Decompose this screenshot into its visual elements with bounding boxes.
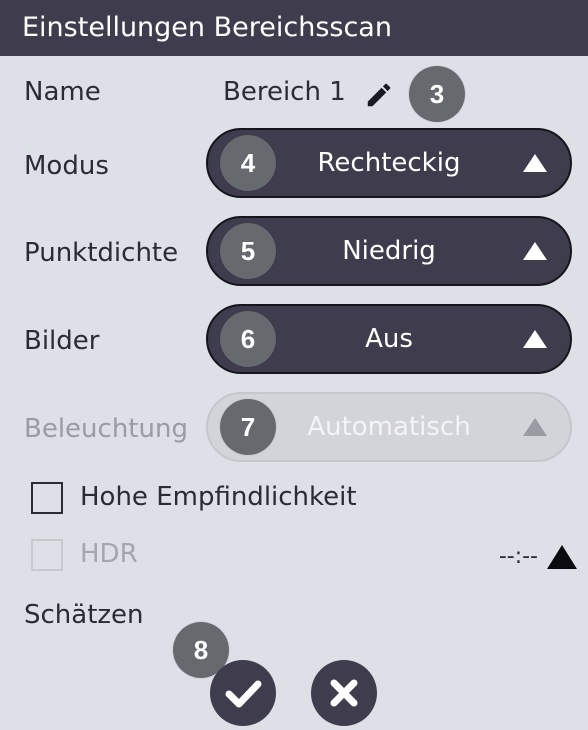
- area-scan-settings-dialog: Einstellungen Bereichsscan Name Bereich …: [0, 0, 588, 730]
- triangle-up-icon: [523, 242, 547, 260]
- images-value: Aus: [365, 324, 413, 354]
- estimate-label: Schätzen: [24, 600, 144, 630]
- point-density-value: Niedrig: [342, 236, 436, 266]
- dialog-title: Einstellungen Bereichsscan: [0, 0, 588, 56]
- point-density-dropdown[interactable]: 5 Niedrig: [206, 216, 572, 286]
- pencil-icon[interactable]: [364, 80, 394, 110]
- hdr-label: HDR: [80, 539, 138, 569]
- dialog-footer: 8: [0, 622, 588, 730]
- hdr-checkbox: [31, 539, 63, 571]
- mode-label: Modus: [24, 151, 109, 181]
- close-icon: [330, 679, 358, 707]
- images-dropdown[interactable]: 6 Aus: [206, 304, 572, 374]
- mode-dropdown[interactable]: 4 Rechteckig: [206, 128, 572, 198]
- high-sensitivity-checkbox[interactable]: [31, 482, 63, 514]
- lighting-label: Beleuchtung: [24, 414, 188, 444]
- triangle-up-icon: [523, 330, 547, 348]
- name-label: Name: [24, 77, 101, 107]
- triangle-up-icon: [523, 154, 547, 172]
- mode-value: Rechteckig: [317, 148, 461, 178]
- name-value[interactable]: Bereich 1: [223, 77, 346, 107]
- high-sensitivity-label[interactable]: Hohe Empfindlichkeit: [80, 482, 357, 512]
- images-label: Bilder: [24, 326, 100, 356]
- lighting-dropdown: 7 Automatisch: [206, 392, 572, 462]
- lighting-value: Automatisch: [307, 412, 471, 442]
- settings-content: Name Bereich 1 3 Modus 4 Rechteckig Punk…: [0, 59, 588, 641]
- confirm-button[interactable]: [210, 660, 276, 726]
- triangle-up-icon: [523, 418, 547, 436]
- point-density-label: Punktdichte: [24, 238, 179, 268]
- checkmark-icon: [225, 680, 262, 708]
- cancel-button[interactable]: [311, 660, 377, 726]
- callout-badge-3: 3: [409, 66, 465, 122]
- triangle-up-icon[interactable]: [546, 543, 578, 571]
- estimate-value: --:--: [498, 544, 538, 569]
